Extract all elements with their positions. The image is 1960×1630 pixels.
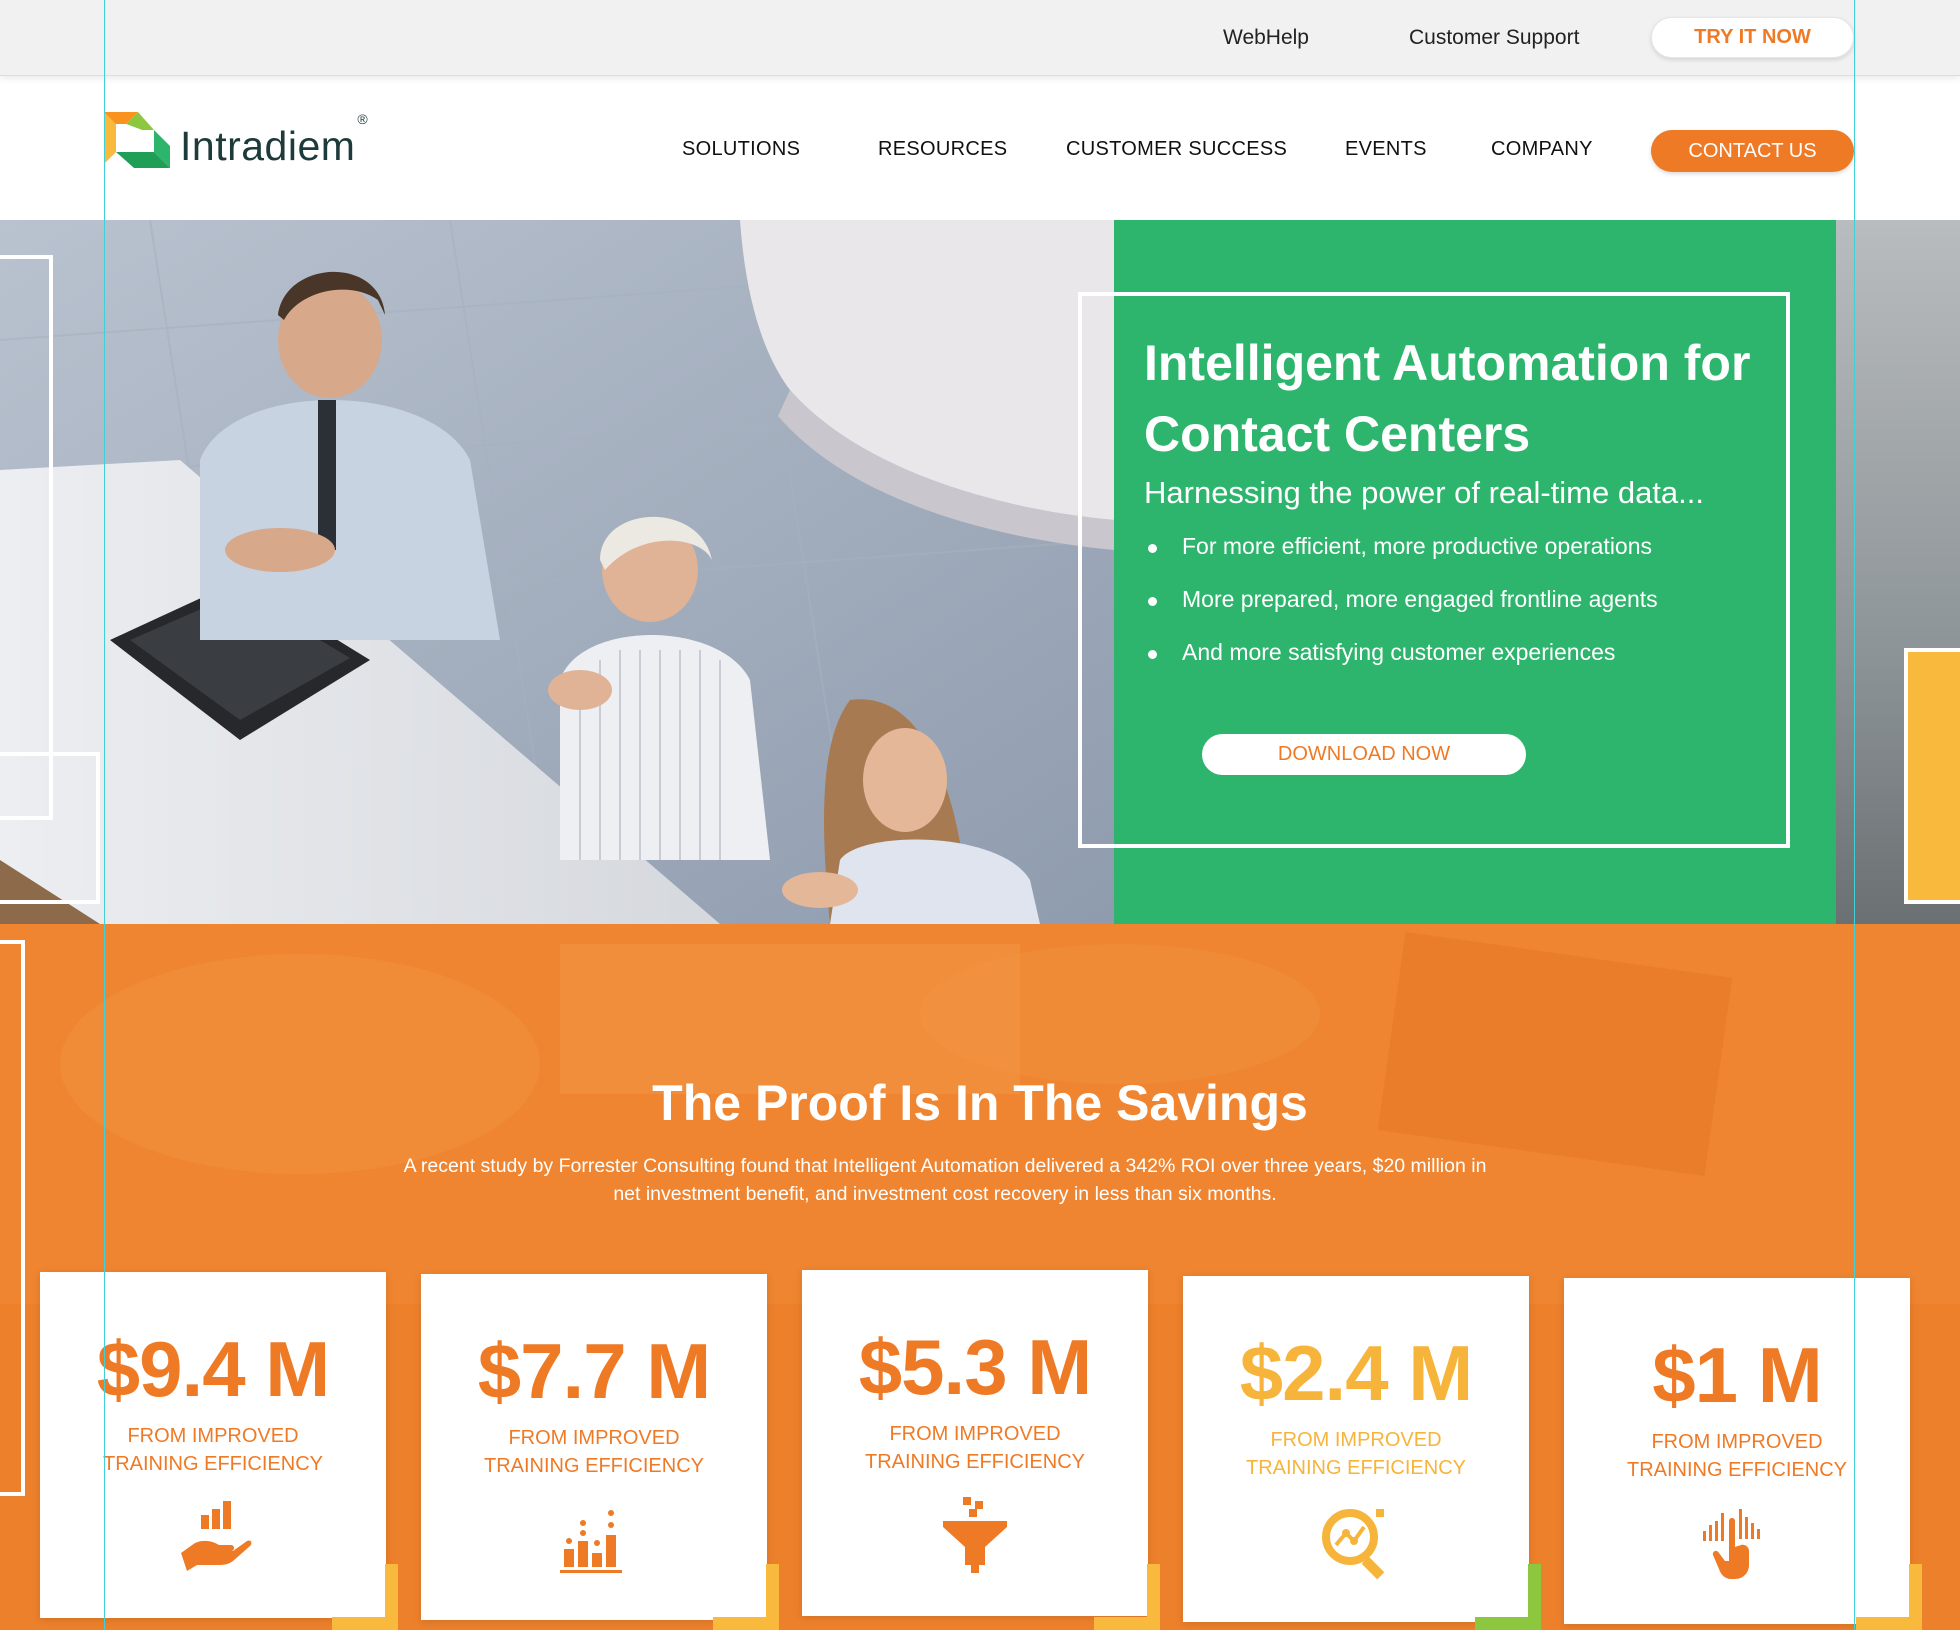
savings-label-line: TRAINING EFFICIENCY	[864, 1451, 1085, 1473]
hero-title: Intelligent Automation for Contact Cente…	[1144, 335, 1751, 462]
savings-label-line: TRAINING EFFICIENCY	[483, 1455, 704, 1477]
layout-guide-line	[104, 0, 105, 1630]
contact-us-button[interactable]: CONTACT US	[1651, 130, 1854, 172]
nav-events[interactable]: EVENTS	[1345, 138, 1427, 161]
hero-bullet: For more efficient, more productive oper…	[1146, 533, 1658, 586]
card-corner-accent	[713, 1564, 779, 1630]
logo[interactable]: Intradiem®	[104, 111, 368, 180]
webhelp-link[interactable]: WebHelp	[1223, 26, 1309, 50]
logo-mark-icon	[104, 112, 170, 168]
touch-signal-icon	[1703, 1509, 1760, 1579]
savings-label-line: FROM IMPROVED	[127, 1425, 299, 1447]
savings-value: $9.4 M	[96, 1325, 330, 1413]
savings-label-line: TRAINING EFFICIENCY	[102, 1453, 323, 1475]
savings-label: FROM IMPROVED TRAINING EFFICIENCY	[40, 1422, 386, 1478]
savings-card: $9.4 M FROM IMPROVED TRAINING EFFICIENCY	[40, 1272, 398, 1630]
page: WebHelp Customer Support TRY IT NOW Intr…	[0, 0, 1960, 1630]
savings-label: FROM IMPROVED TRAINING EFFICIENCY	[1564, 1428, 1910, 1484]
bar-chart-icon	[560, 1510, 622, 1573]
utility-bar: WebHelp Customer Support TRY IT NOW	[0, 0, 1960, 76]
savings-section: The Proof Is In The Savings A recent stu…	[0, 924, 1960, 1630]
hero-bullet: More prepared, more engaged frontline ag…	[1146, 586, 1658, 639]
savings-label-line: TRAINING EFFICIENCY	[1245, 1457, 1466, 1479]
layout-guide-line	[1854, 0, 1855, 1630]
nav-customer-success[interactable]: CUSTOMER SUCCESS	[1066, 138, 1287, 161]
card-corner-accent	[1475, 1564, 1541, 1630]
savings-card: $2.4 M FROM IMPROVED TRAINING EFFICIENCY	[1183, 1276, 1541, 1630]
savings-value: $7.7 M	[477, 1327, 711, 1415]
savings-card: $5.3 M FROM IMPROVED TRAINING EFFICIENCY	[802, 1270, 1160, 1630]
savings-label-line: FROM IMPROVED	[889, 1423, 1061, 1445]
card-corner-accent	[1094, 1564, 1160, 1630]
savings-card: $1 M FROM IMPROVED TRAINING EFFICIENCY	[1564, 1278, 1922, 1630]
hero-bullet: And more satisfying customer experiences	[1146, 639, 1658, 692]
download-now-button[interactable]: DOWNLOAD NOW	[1202, 734, 1526, 775]
savings-value: $2.4 M	[1239, 1329, 1473, 1417]
hero-photo	[0, 220, 1114, 924]
funnel-icon	[943, 1497, 1007, 1573]
hero-bullet-list: For more efficient, more productive oper…	[1146, 533, 1658, 692]
savings-label: FROM IMPROVED TRAINING EFFICIENCY	[802, 1420, 1148, 1476]
main-nav: Intradiem® SOLUTIONS RESOURCES CUSTOMER …	[0, 76, 1960, 220]
savings-title: The Proof Is In The Savings	[652, 1075, 1308, 1131]
logo-registered-mark: ®	[357, 110, 369, 127]
savings-label: FROM IMPROVED TRAINING EFFICIENCY	[1183, 1426, 1529, 1482]
decorative-frame	[0, 255, 53, 820]
nav-resources[interactable]: RESOURCES	[878, 138, 1007, 161]
logo-text: Intradiem®	[180, 111, 368, 170]
savings-card: $7.7 M FROM IMPROVED TRAINING EFFICIENCY	[421, 1274, 779, 1630]
savings-label-line: TRAINING EFFICIENCY	[1626, 1459, 1847, 1481]
decorative-accent	[1904, 648, 1960, 904]
savings-value: $1 M	[1652, 1331, 1822, 1419]
savings-label: FROM IMPROVED TRAINING EFFICIENCY	[421, 1424, 767, 1480]
savings-label-line: FROM IMPROVED	[1270, 1429, 1442, 1451]
logo-wordmark: Intradiem	[180, 122, 356, 169]
magnifier-analytics-icon	[1322, 1509, 1385, 1580]
savings-value: $5.3 M	[858, 1323, 1092, 1411]
hero-photo-illustration	[0, 220, 1114, 924]
try-it-now-button[interactable]: TRY IT NOW	[1651, 17, 1854, 58]
savings-description: A recent study by Forrester Consulting f…	[403, 1155, 1487, 1205]
savings-label-line: FROM IMPROVED	[1651, 1431, 1823, 1453]
hero-subtitle: Harnessing the power of real-time data..…	[1144, 475, 1704, 510]
decorative-frame	[0, 940, 25, 1496]
savings-label-line: FROM IMPROVED	[508, 1427, 680, 1449]
card-corner-accent	[1856, 1564, 1922, 1630]
nav-company[interactable]: COMPANY	[1491, 138, 1593, 161]
decorative-frame	[0, 752, 100, 904]
hand-chart-icon	[181, 1501, 252, 1571]
card-corner-accent	[332, 1564, 398, 1630]
nav-solutions[interactable]: SOLUTIONS	[682, 138, 800, 161]
hero-section: Intelligent Automation for Contact Cente…	[0, 220, 1960, 924]
customer-support-link[interactable]: Customer Support	[1409, 26, 1579, 50]
